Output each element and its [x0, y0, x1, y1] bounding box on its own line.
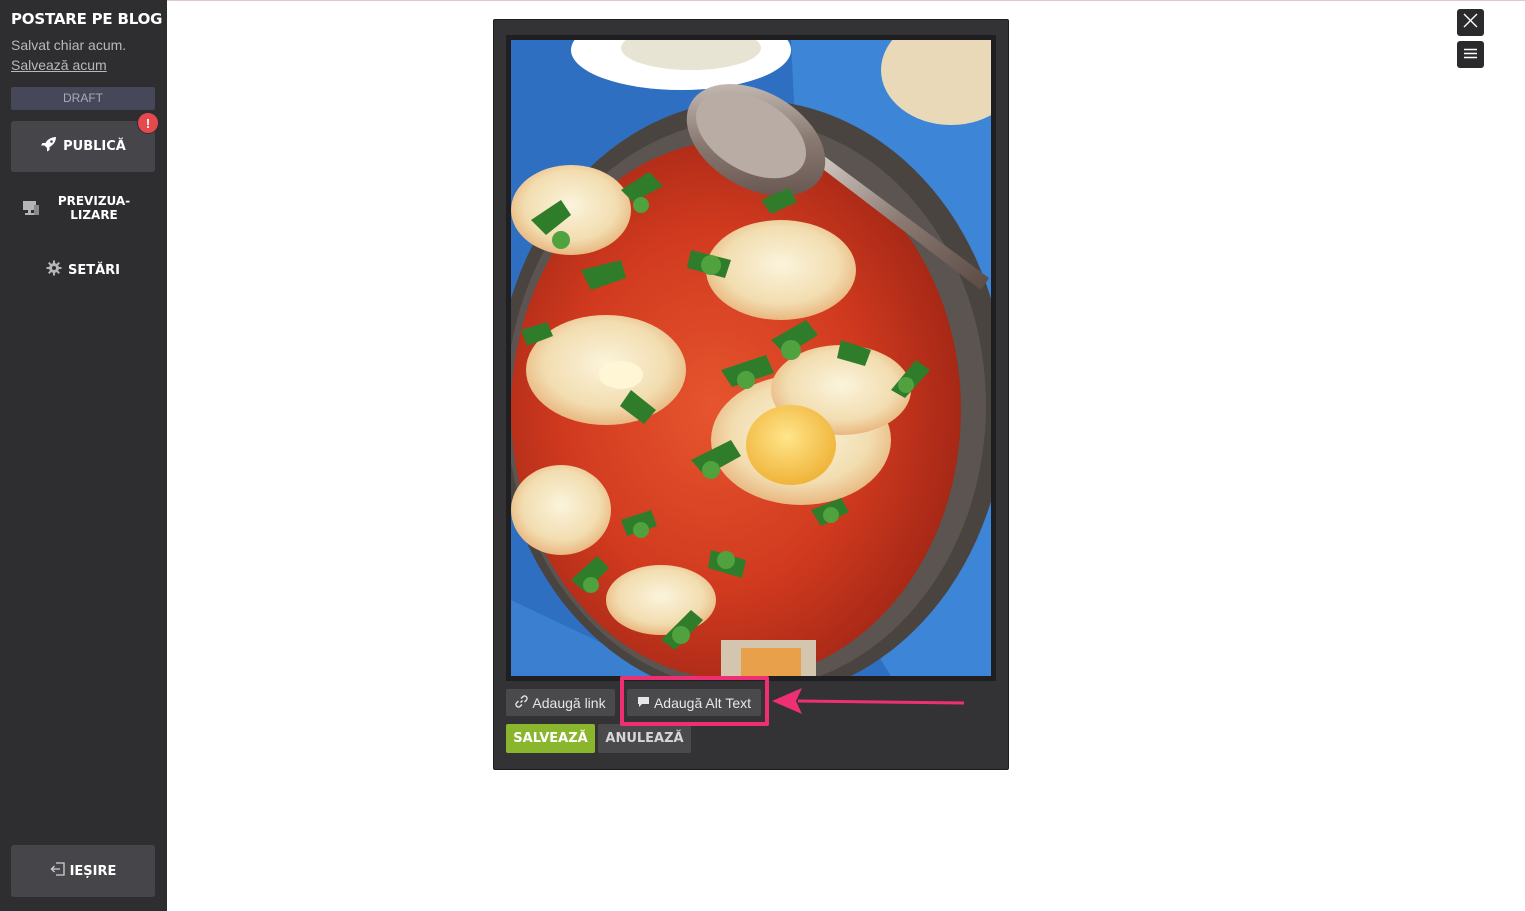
- shakshuka-photo: [511, 40, 991, 676]
- add-alt-text-label: Adaugă Alt Text: [653, 694, 752, 711]
- preview-label-line1: PREVIZUA-: [57, 194, 131, 208]
- add-link-button[interactable]: Adaugă link: [506, 689, 615, 716]
- monitor-icon: [22, 200, 40, 221]
- rocket-icon: [40, 136, 58, 157]
- draft-status-badge: DRAFT: [11, 87, 155, 110]
- publish-button[interactable]: PUBLICĂ: [11, 121, 155, 172]
- settings-button[interactable]: SETĂRI: [11, 258, 155, 282]
- save-button[interactable]: SALVEAZĂ: [506, 724, 595, 753]
- exit-icon: [50, 861, 66, 882]
- save-status: Salvat chiar acum.: [11, 37, 127, 53]
- settings-label: SETĂRI: [67, 262, 121, 278]
- annotation-arrow-icon: [770, 686, 966, 723]
- comment-icon: [637, 695, 650, 711]
- cancel-button[interactable]: ANULEAZĂ: [598, 724, 691, 753]
- close-button[interactable]: [1457, 9, 1484, 36]
- preview-button[interactable]: PREVIZUA- LIZARE: [11, 188, 155, 230]
- sidebar-title: POSTARE PE BLOG: [11, 10, 163, 28]
- add-alt-text-button[interactable]: Adaugă Alt Text: [627, 689, 761, 716]
- close-icon: [1463, 13, 1478, 33]
- publish-label: PUBLICĂ: [63, 139, 126, 154]
- preview-label-line2: LIZARE: [70, 208, 118, 222]
- menu-button[interactable]: [1457, 41, 1484, 68]
- top-border: [167, 0, 1525, 1]
- exit-label: IEȘIRE: [69, 863, 117, 879]
- preview-label: PREVIZUA- LIZARE: [51, 194, 137, 222]
- sidebar: POSTARE PE BLOG Salvat chiar acum. Salve…: [0, 0, 167, 911]
- hamburger-menu-icon: [1464, 46, 1477, 64]
- exit-button[interactable]: IEȘIRE: [11, 845, 155, 897]
- gear-icon: [46, 260, 62, 281]
- add-link-label: Adaugă link: [532, 694, 606, 711]
- image-editor-panel: Adaugă link Adaugă Alt Text SALVEAZĂ ANU…: [493, 19, 1009, 770]
- image-frame: [506, 35, 996, 681]
- link-icon: [515, 694, 529, 711]
- publish-warning-badge: !: [137, 112, 159, 134]
- save-now-link[interactable]: Salvează acum: [11, 57, 107, 73]
